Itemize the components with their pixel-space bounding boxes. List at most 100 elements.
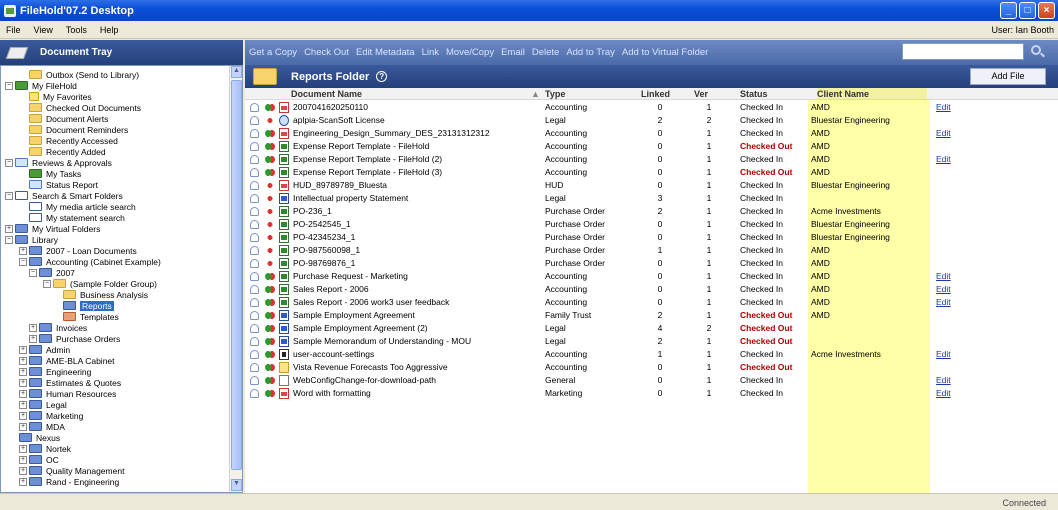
document-name-cell[interactable]: Sales Report - 2006 work3 user feedback — [293, 296, 545, 309]
table-row[interactable]: PO-987560098_1 Purchase Order 1 1 Checked In… — [245, 244, 1058, 257]
favorite-star-icon[interactable] — [250, 168, 259, 177]
menu-tools[interactable]: Tools — [66, 25, 87, 35]
table-row[interactable]: WebConfigChange-for-download-path General… — [245, 374, 1058, 387]
tree-item[interactable]: − 2007 — [29, 267, 75, 278]
tree-item[interactable]: Outbox (Send to Library) — [29, 69, 139, 80]
edit-metadata-link[interactable]: Edit Metadata — [356, 47, 415, 58]
table-row[interactable]: HUD_89789789_Bluesta HUD 0 1 Checked In Blues… — [245, 179, 1058, 192]
tree-item[interactable]: + Marketing — [19, 410, 83, 421]
check-out-link[interactable]: Check Out — [304, 47, 349, 58]
expand-icon[interactable]: + — [29, 334, 37, 343]
document-name-cell[interactable]: PO-42345234_1 — [293, 231, 545, 244]
favorite-star-icon[interactable] — [250, 285, 259, 294]
table-row[interactable]: PO-2542545_1 Purchase Order 0 1 Checked In Bl… — [245, 218, 1058, 231]
table-row[interactable]: Expense Report Template - FileHold Accoun… — [245, 140, 1058, 153]
document-name-cell[interactable]: Sales Report - 2006 — [293, 283, 545, 296]
collapse-icon[interactable]: − — [29, 268, 37, 277]
tree-item[interactable]: + Nortek — [19, 443, 71, 454]
tree-item[interactable]: + Estimates & Quotes — [19, 377, 121, 388]
document-name-cell[interactable]: Expense Report Template - FileHold (3) — [293, 166, 545, 179]
expand-icon[interactable]: + — [19, 378, 27, 387]
tree-item[interactable]: − Library — [5, 234, 58, 245]
edit-link[interactable] — [936, 218, 966, 231]
table-row[interactable]: Sales Report - 2006 Accounting 0 1 Checked I… — [245, 283, 1058, 296]
scroll-up-arrow[interactable]: ▲ — [231, 66, 242, 78]
expand-icon[interactable]: + — [29, 323, 37, 332]
edit-link[interactable] — [936, 114, 966, 127]
document-name-cell[interactable]: aplpia-ScanSoft License — [293, 114, 545, 127]
document-name-cell[interactable]: Expense Report Template - FileHold (2) — [293, 153, 545, 166]
favorite-star-icon[interactable] — [250, 207, 259, 216]
tree-item[interactable]: + Human Resources — [19, 388, 116, 399]
tree-item[interactable]: + Legal — [19, 399, 67, 410]
tree-item[interactable]: Templates — [63, 311, 119, 322]
expand-icon[interactable]: + — [19, 466, 27, 475]
favorite-star-icon[interactable] — [250, 272, 259, 281]
tree-item[interactable]: + AME-BLA Cabinet — [19, 355, 115, 366]
expand-icon[interactable]: + — [19, 477, 27, 486]
table-row[interactable]: Expense Report Template - FileHold (3) Ac… — [245, 166, 1058, 179]
table-row[interactable]: 2007041620250110 Accounting 0 1 Checked In AM… — [245, 101, 1058, 114]
edit-link[interactable] — [936, 179, 966, 192]
document-name-cell[interactable]: Word with formatting — [293, 387, 545, 400]
table-row[interactable]: Word with formatting Marketing 0 1 Checked I… — [245, 387, 1058, 400]
favorite-star-icon[interactable] — [250, 103, 259, 112]
favorite-star-icon[interactable] — [250, 246, 259, 255]
collapse-icon[interactable]: − — [43, 279, 51, 288]
document-name-cell[interactable]: Sample Employment Agreement (2) — [293, 322, 545, 335]
table-row[interactable]: Sales Report - 2006 work3 user feedback A… — [245, 296, 1058, 309]
table-row[interactable]: PO-42345234_1 Purchase Order 0 1 Checked In B… — [245, 231, 1058, 244]
help-icon[interactable]: ? — [376, 71, 388, 82]
expand-icon[interactable]: + — [19, 356, 27, 365]
minimize-button[interactable]: _ — [1000, 2, 1017, 19]
table-row[interactable]: Sample Employment Agreement (2) Legal 4 2 Ch… — [245, 322, 1058, 335]
favorite-star-icon[interactable] — [250, 220, 259, 229]
favorite-star-icon[interactable] — [250, 324, 259, 333]
tree-item[interactable]: + My Virtual Folders — [5, 223, 100, 234]
tree-item[interactable]: My statement search — [29, 212, 125, 223]
col-status[interactable]: Status — [740, 88, 800, 100]
expand-icon[interactable]: + — [19, 367, 27, 376]
document-name-cell[interactable]: Sample Memorandum of Understanding - MOU — [293, 335, 545, 348]
search-input[interactable] — [902, 43, 1024, 60]
move-copy-link[interactable]: Move/Copy — [446, 47, 494, 58]
favorite-star-icon[interactable] — [250, 298, 259, 307]
col-type[interactable]: Type — [545, 88, 625, 100]
tree-item[interactable]: − Reviews & Approvals — [5, 157, 112, 168]
table-row[interactable]: Purchase Request - Marketing Accounting 0 1… — [245, 270, 1058, 283]
document-name-cell[interactable]: PO-98769876_1 — [293, 257, 545, 270]
edit-link[interactable]: Edit — [936, 374, 966, 387]
link-link[interactable]: Link — [422, 47, 439, 58]
menu-help[interactable]: Help — [100, 25, 119, 35]
document-name-cell[interactable]: PO-987560098_1 — [293, 244, 545, 257]
tree-item[interactable]: My Tasks — [29, 168, 81, 179]
col-linked[interactable]: Linked — [641, 88, 691, 100]
tree-item[interactable]: Business Analysis — [63, 289, 148, 300]
table-row[interactable]: Sample Employment Agreement Family Trust 2… — [245, 309, 1058, 322]
tree-item[interactable]: − My FileHold — [5, 80, 77, 91]
document-name-cell[interactable]: Vista Revenue Forecasts Too Aggressive — [293, 361, 545, 374]
tree-item[interactable]: + Quality Management — [19, 465, 124, 476]
table-row[interactable]: Sample Memorandum of Understanding - MOU… — [245, 335, 1058, 348]
edit-link[interactable] — [936, 231, 966, 244]
edit-link[interactable]: Edit — [936, 127, 966, 140]
edit-link[interactable]: Edit — [936, 283, 966, 296]
favorite-star-icon[interactable] — [250, 363, 259, 372]
document-name-cell[interactable]: PO-236_1 — [293, 205, 545, 218]
scroll-thumb[interactable] — [231, 80, 242, 470]
close-button[interactable]: × — [1038, 2, 1055, 19]
tree-item[interactable]: Document Alerts — [29, 113, 108, 124]
expand-icon[interactable]: + — [19, 455, 27, 464]
tree-item[interactable]: Reports — [63, 300, 114, 311]
tree-item[interactable]: Document Reminders — [29, 124, 128, 135]
tree-item[interactable]: − (Sample Folder Group) — [43, 278, 157, 289]
document-name-cell[interactable]: 2007041620250110 — [293, 101, 545, 114]
table-row[interactable]: PO-98769876_1 Purchase Order 0 1 Checked In A… — [245, 257, 1058, 270]
table-row[interactable]: aplpia-ScanSoft License Legal 2 2 Checked In… — [245, 114, 1058, 127]
col-document-name[interactable]: Document Name — [291, 88, 531, 100]
expand-icon[interactable]: + — [19, 389, 27, 398]
tree-item[interactable]: − Accounting (Cabinet Example) — [19, 256, 161, 267]
delete-link[interactable]: Delete — [532, 47, 559, 58]
favorite-star-icon[interactable] — [250, 350, 259, 359]
edit-link[interactable] — [936, 322, 966, 335]
